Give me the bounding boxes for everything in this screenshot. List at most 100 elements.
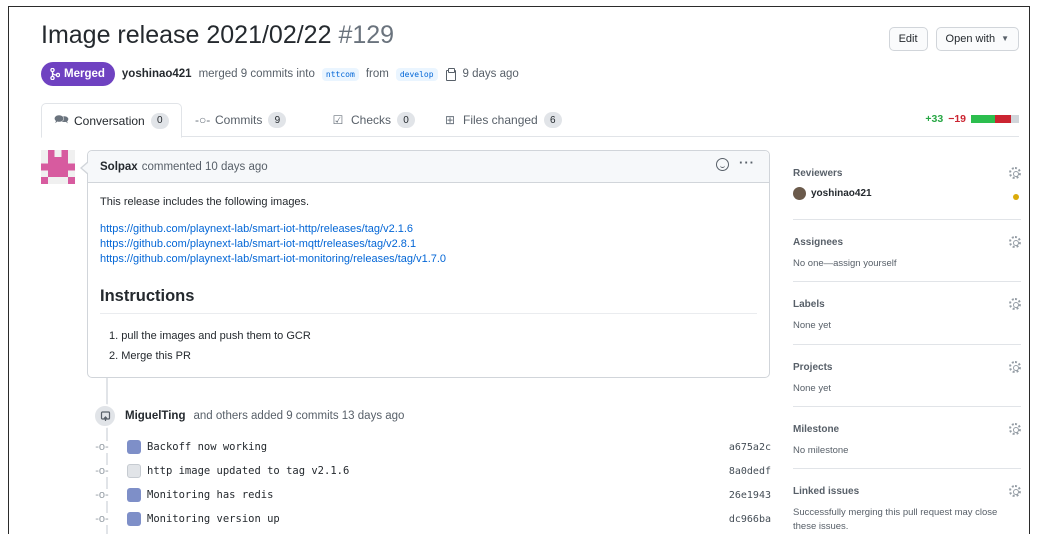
smiley-icon[interactable] (716, 158, 729, 171)
page-title: Image release 2021/02/22 #129 (41, 21, 394, 50)
sidebar-title[interactable]: Linked issues (793, 484, 1021, 500)
tab-label: Checks (351, 113, 392, 127)
head-branch[interactable]: develop (395, 67, 438, 81)
base-branch[interactable]: nttcom (321, 67, 359, 81)
repo-push-icon (93, 404, 117, 428)
tab-conversation[interactable]: 🗪 Conversation 0 (41, 103, 182, 138)
reviewer[interactable]: yoshinao421 (793, 187, 1021, 200)
gear-icon[interactable] (1009, 361, 1021, 373)
gear-icon[interactable] (1009, 236, 1021, 248)
comment-actions: ··· (716, 155, 755, 171)
pending-review-icon (1013, 194, 1019, 200)
merged-text: merged 9 commits into (198, 68, 315, 80)
commit-message[interactable]: Monitoring has redis (147, 489, 721, 501)
gear-icon[interactable] (1009, 167, 1021, 179)
tab-checks[interactable]: ☑ Checks 0 (331, 103, 416, 137)
sidebar-title[interactable]: Assignees (793, 235, 1021, 251)
commit-icon: -o- (89, 465, 115, 477)
gear-icon[interactable] (1009, 423, 1021, 435)
instructions-heading: Instructions (100, 287, 757, 314)
sidebar-linked-issues: Linked issues Successfully merging this … (793, 469, 1021, 534)
tab-label: Commits (215, 113, 263, 127)
commit-message[interactable]: http image updated to tag v2.1.6 (147, 465, 721, 477)
sidebar-title[interactable]: Milestone (793, 422, 1021, 438)
commit-icon: -o- (89, 441, 115, 453)
edit-button[interactable]: Edit (888, 27, 928, 51)
pr-meta: Merged yoshinao421 merged 9 commits into… (41, 62, 519, 86)
diff-bar-neutral (1011, 115, 1019, 123)
comment-box: Solpax commented 10 days ago ··· This re… (80, 150, 770, 379)
pr-tabs: 🗪 Conversation 0 -○- Commits 9 ☑ Checks … (41, 103, 1019, 138)
diff-bar-add (987, 115, 995, 123)
avatar[interactable] (41, 150, 75, 184)
tab-counter: 0 (150, 112, 169, 129)
commit-sha[interactable]: a675a2c (721, 442, 771, 453)
tab-label: Conversation (74, 113, 145, 128)
milestone-value: No milestone (793, 445, 849, 456)
deletions-count: −19 (948, 113, 966, 125)
commit-sha[interactable]: dc966ba (721, 514, 771, 525)
pr-number: #129 (338, 21, 395, 49)
table-row: -o- Monitoring version up dc966ba (89, 507, 771, 531)
sidebar-milestone: Milestone No milestone (793, 407, 1021, 469)
gear-icon[interactable] (1009, 298, 1021, 310)
commit-sha[interactable]: 26e1943 (721, 490, 771, 501)
diffstat: +33 −19 (925, 113, 1019, 125)
diff-bar-del (1003, 115, 1011, 123)
tab-commits[interactable]: -○- Commits 9 (195, 103, 287, 137)
commit-icon: -o- (89, 513, 115, 525)
conversation-icon: 🗪 (54, 112, 69, 126)
merge-icon (50, 68, 60, 80)
avatar[interactable] (127, 440, 141, 454)
copy-icon[interactable] (445, 68, 456, 81)
avatar[interactable] (127, 488, 141, 502)
list-item: 2. Merge this PR (109, 350, 191, 362)
release-link[interactable]: https://github.com/playnext-lab/smart-io… (100, 222, 757, 237)
table-row: -o- Backoff now working a675a2c (89, 435, 771, 459)
commit-sha[interactable]: 8a0dedf (721, 466, 771, 477)
avatar[interactable] (127, 464, 141, 478)
sidebar-assignees: Assignees No one—assign yourself (793, 220, 1021, 282)
open-with-label: Open with (945, 33, 996, 45)
labels-value: None yet (793, 320, 832, 331)
release-link[interactable]: https://github.com/playnext-lab/smart-io… (100, 252, 757, 267)
assignees-value[interactable]: No one—assign yourself (793, 257, 1021, 271)
open-with-button[interactable]: Open with ▼ (935, 27, 1019, 51)
checks-icon: ☑ (332, 113, 344, 127)
diff-bar-add (979, 115, 987, 123)
commits-author[interactable]: MiguelTing (125, 410, 185, 422)
comment-time: commented 10 days ago (141, 160, 268, 173)
sidebar-projects: Projects None yet (793, 345, 1021, 407)
table-row: -o- Monitoring has redis 26e1943 (89, 483, 771, 507)
diff-bars (971, 115, 1019, 123)
sidebar-title[interactable]: Labels (793, 297, 1021, 313)
commit-message[interactable]: Monitoring version up (147, 513, 721, 525)
linked-issues-value: Successfully merging this pull request m… (793, 507, 998, 532)
sidebar: Reviewers yoshinao421 Assignees No one—a… (793, 154, 1021, 534)
file-diff-icon: ⊞ (444, 113, 456, 127)
diff-bar-add (971, 115, 979, 123)
instructions-list: 1. pull the images and push them to GCR … (100, 326, 757, 366)
commit-message[interactable]: Backoff now working (147, 441, 721, 453)
additions-count: +33 (925, 113, 944, 125)
author-link[interactable]: yoshinao421 (122, 68, 192, 80)
caret-down-icon: ▼ (1001, 34, 1009, 43)
tab-counter: 9 (268, 112, 287, 128)
table-row: -o- http image updated to tag v2.1.6 8a0… (89, 459, 771, 483)
sidebar-title[interactable]: Projects (793, 360, 1021, 376)
commits-event: MiguelTing and others added 9 commits 13… (93, 404, 404, 428)
comment-intro: This release includes the following imag… (100, 196, 310, 208)
header-actions: Edit Open with ▼ (888, 27, 1019, 51)
kebab-menu-icon[interactable]: ··· (739, 155, 755, 170)
app-window: Image release 2021/02/22 #129 Edit Open … (8, 6, 1030, 534)
release-link[interactable]: https://github.com/playnext-lab/smart-io… (100, 237, 757, 252)
projects-value: None yet (793, 383, 832, 394)
avatar (793, 187, 806, 200)
comment-author[interactable]: Solpax (100, 161, 138, 173)
comment-body: This release includes the following imag… (88, 183, 769, 379)
gear-icon[interactable] (1009, 485, 1021, 497)
sidebar-title[interactable]: Reviewers (793, 166, 1021, 182)
tab-files-changed[interactable]: ⊞ Files changed 6 (443, 103, 562, 137)
avatar[interactable] (127, 512, 141, 526)
tab-counter: 0 (397, 112, 416, 128)
